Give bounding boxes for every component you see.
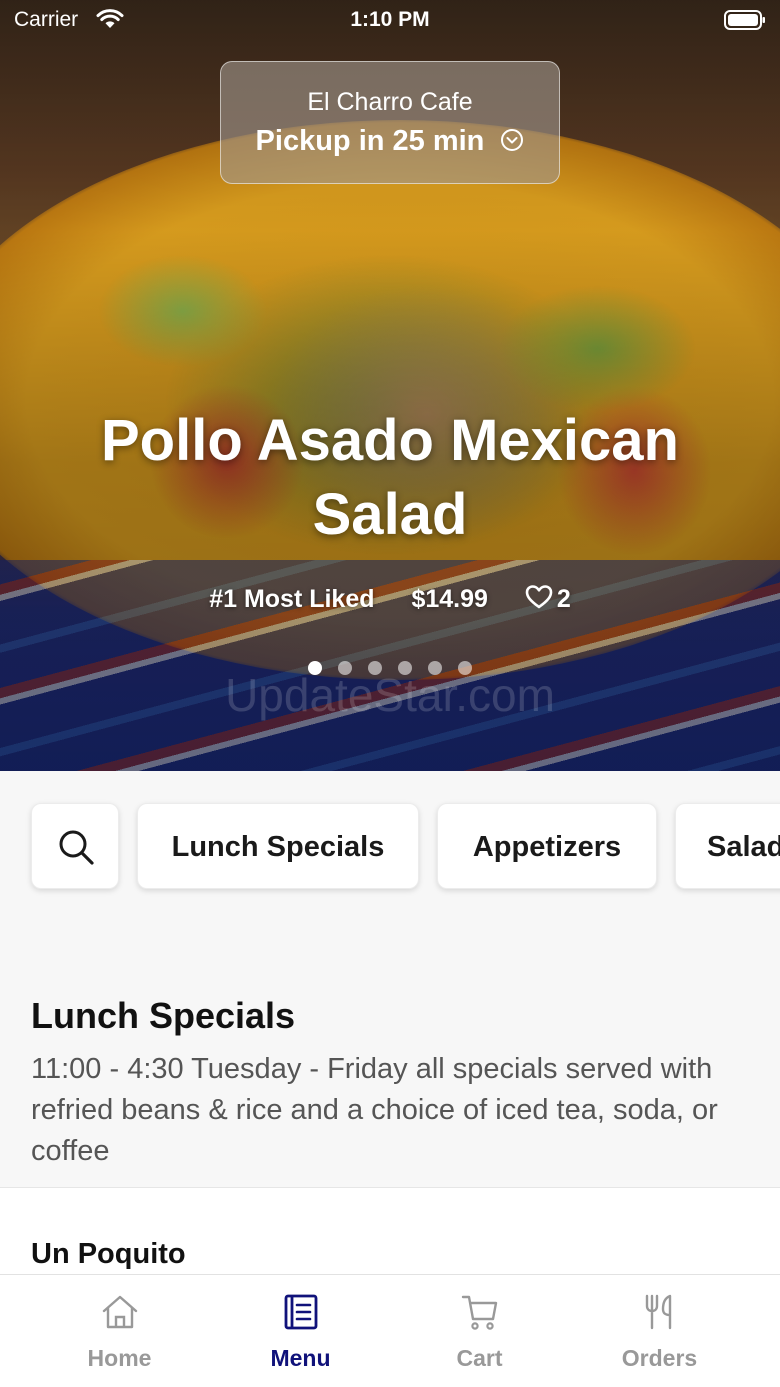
- restaurant-location-selector[interactable]: El Charro Cafe Pickup in 25 min: [220, 61, 560, 184]
- likes-count: 2: [556, 585, 571, 614]
- tab-cart-label: Cart: [456, 1345, 503, 1371]
- fork-knife-icon: [645, 1294, 672, 1330]
- section-title: Lunch Specials: [31, 995, 296, 1036]
- search-button[interactable]: [31, 803, 119, 889]
- heart-icon: [525, 585, 553, 609]
- menu-book-icon: [284, 1294, 318, 1330]
- pickup-time: Pickup in 25 min: [255, 125, 485, 157]
- tab-home-label: Home: [87, 1345, 152, 1371]
- status-bar: Carrier 1:10 PM: [0, 0, 780, 40]
- category-chip-salads[interactable]: Salads: [675, 803, 780, 889]
- tab-menu-label: Menu: [270, 1345, 331, 1371]
- bottom-tab-bar: Home Menu Cart Orders: [0, 1274, 780, 1387]
- category-chip-lunch-specials[interactable]: Lunch Specials: [137, 803, 419, 889]
- tab-orders-label: Orders: [621, 1345, 698, 1371]
- featured-item-carousel[interactable]: Carrier 1:10 PM El Charro Cafe Pickup in…: [0, 0, 780, 771]
- tab-menu[interactable]: Menu: [203, 1275, 398, 1387]
- app-screen: Carrier 1:10 PM El Charro Cafe Pickup in…: [0, 0, 780, 1387]
- featured-item-likes[interactable]: 2: [525, 584, 571, 614]
- restaurant-name: El Charro Cafe: [307, 88, 473, 116]
- tab-orders[interactable]: Orders: [562, 1275, 757, 1387]
- tab-home[interactable]: Home: [22, 1275, 217, 1387]
- menu-item-name: Un Poquito: [31, 1238, 186, 1270]
- category-chip-appetizers[interactable]: Appetizers: [437, 803, 657, 889]
- tab-cart[interactable]: Cart: [382, 1275, 577, 1387]
- featured-item-title[interactable]: Pollo Asado Mexican Salad: [40, 404, 740, 552]
- featured-item-meta: #1 Most Liked $14.99 2: [0, 584, 780, 614]
- menu-section: Lunch Specials 11:00 - 4:30 Tuesday - Fr…: [0, 921, 780, 1187]
- home-icon: [102, 1295, 138, 1329]
- watermark: UpdateStar.com: [225, 669, 555, 721]
- status-time: 1:10 PM: [350, 8, 430, 31]
- category-chip-bar[interactable]: Lunch Specials Appetizers Salads: [0, 771, 780, 921]
- menu-item-list: Un Poquito: [0, 1187, 780, 1277]
- pickup-time-row: Pickup in 25 min: [221, 125, 559, 158]
- battery-icon: [724, 10, 765, 30]
- cart-icon: [461, 1295, 498, 1330]
- featured-item-price: $14.99: [411, 584, 488, 613]
- featured-item-rank: #1 Most Liked: [209, 584, 375, 613]
- section-description: 11:00 - 4:30 Tuesday - Friday all specia…: [31, 1053, 718, 1167]
- chevron-down-icon: [501, 129, 524, 151]
- search-icon: [59, 830, 94, 865]
